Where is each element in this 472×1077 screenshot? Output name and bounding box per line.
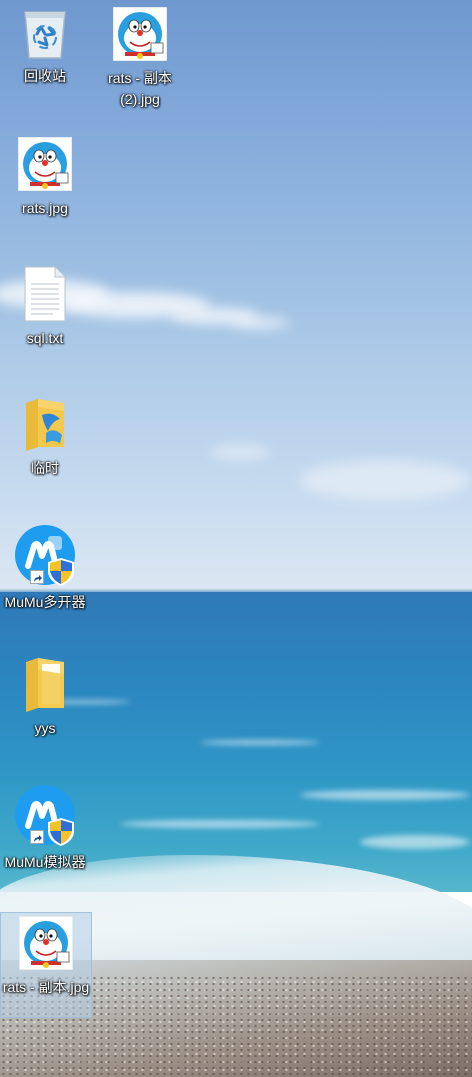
folder-icon bbox=[17, 396, 73, 452]
folder-icon bbox=[17, 656, 73, 712]
desktop-icon-rats-jpg[interactable]: rats.jpg bbox=[0, 136, 90, 219]
desktop-icon-label: 临时 bbox=[31, 460, 59, 476]
image-thumbnail-icon bbox=[18, 915, 74, 971]
desktop-icon-label: yys bbox=[34, 720, 56, 736]
desktop-icon-label: 回收站 bbox=[24, 68, 66, 84]
text-file-icon bbox=[17, 266, 73, 322]
desktop-icon-rats-copy-jpg[interactable]: rats - 副本.jpg bbox=[0, 912, 92, 1018]
mumu-app-icon bbox=[14, 784, 76, 846]
desktop-icon-mumu-multi-opener[interactable]: MuMu多开器 bbox=[0, 524, 90, 613]
desktop-icon-mumu-emulator[interactable]: MuMu模拟器 bbox=[0, 784, 90, 873]
mumu-app-icon bbox=[14, 524, 76, 586]
desktop-icon-label: rats.jpg bbox=[22, 200, 68, 216]
image-thumbnail-icon bbox=[112, 6, 168, 62]
desktop-icon-label: sql.txt bbox=[26, 330, 64, 346]
image-thumbnail-icon bbox=[17, 136, 73, 192]
desktop-icon-label: rats - 副本 (2).jpg bbox=[108, 70, 172, 107]
desktop-icon-sql-txt[interactable]: sql.txt bbox=[0, 266, 90, 349]
shortcut-arrow-icon bbox=[30, 570, 44, 584]
desktop-icon-rats-copy-2-jpg[interactable]: rats - 副本 (2).jpg bbox=[95, 6, 185, 110]
desktop-icon-label: MuMu模拟器 bbox=[4, 854, 86, 870]
desktop-icon-folder-yys[interactable]: yys bbox=[0, 656, 90, 739]
shortcut-arrow-icon bbox=[30, 830, 44, 844]
desktop-icon-label: rats - 副本.jpg bbox=[2, 979, 90, 995]
recycle-bin-icon bbox=[17, 4, 73, 60]
desktop-icon-label: MuMu多开器 bbox=[4, 594, 86, 610]
desktop-icon-folder-linshi[interactable]: 临时 bbox=[0, 396, 90, 479]
desktop-icon-recycle-bin[interactable]: 回收站 bbox=[0, 4, 90, 87]
